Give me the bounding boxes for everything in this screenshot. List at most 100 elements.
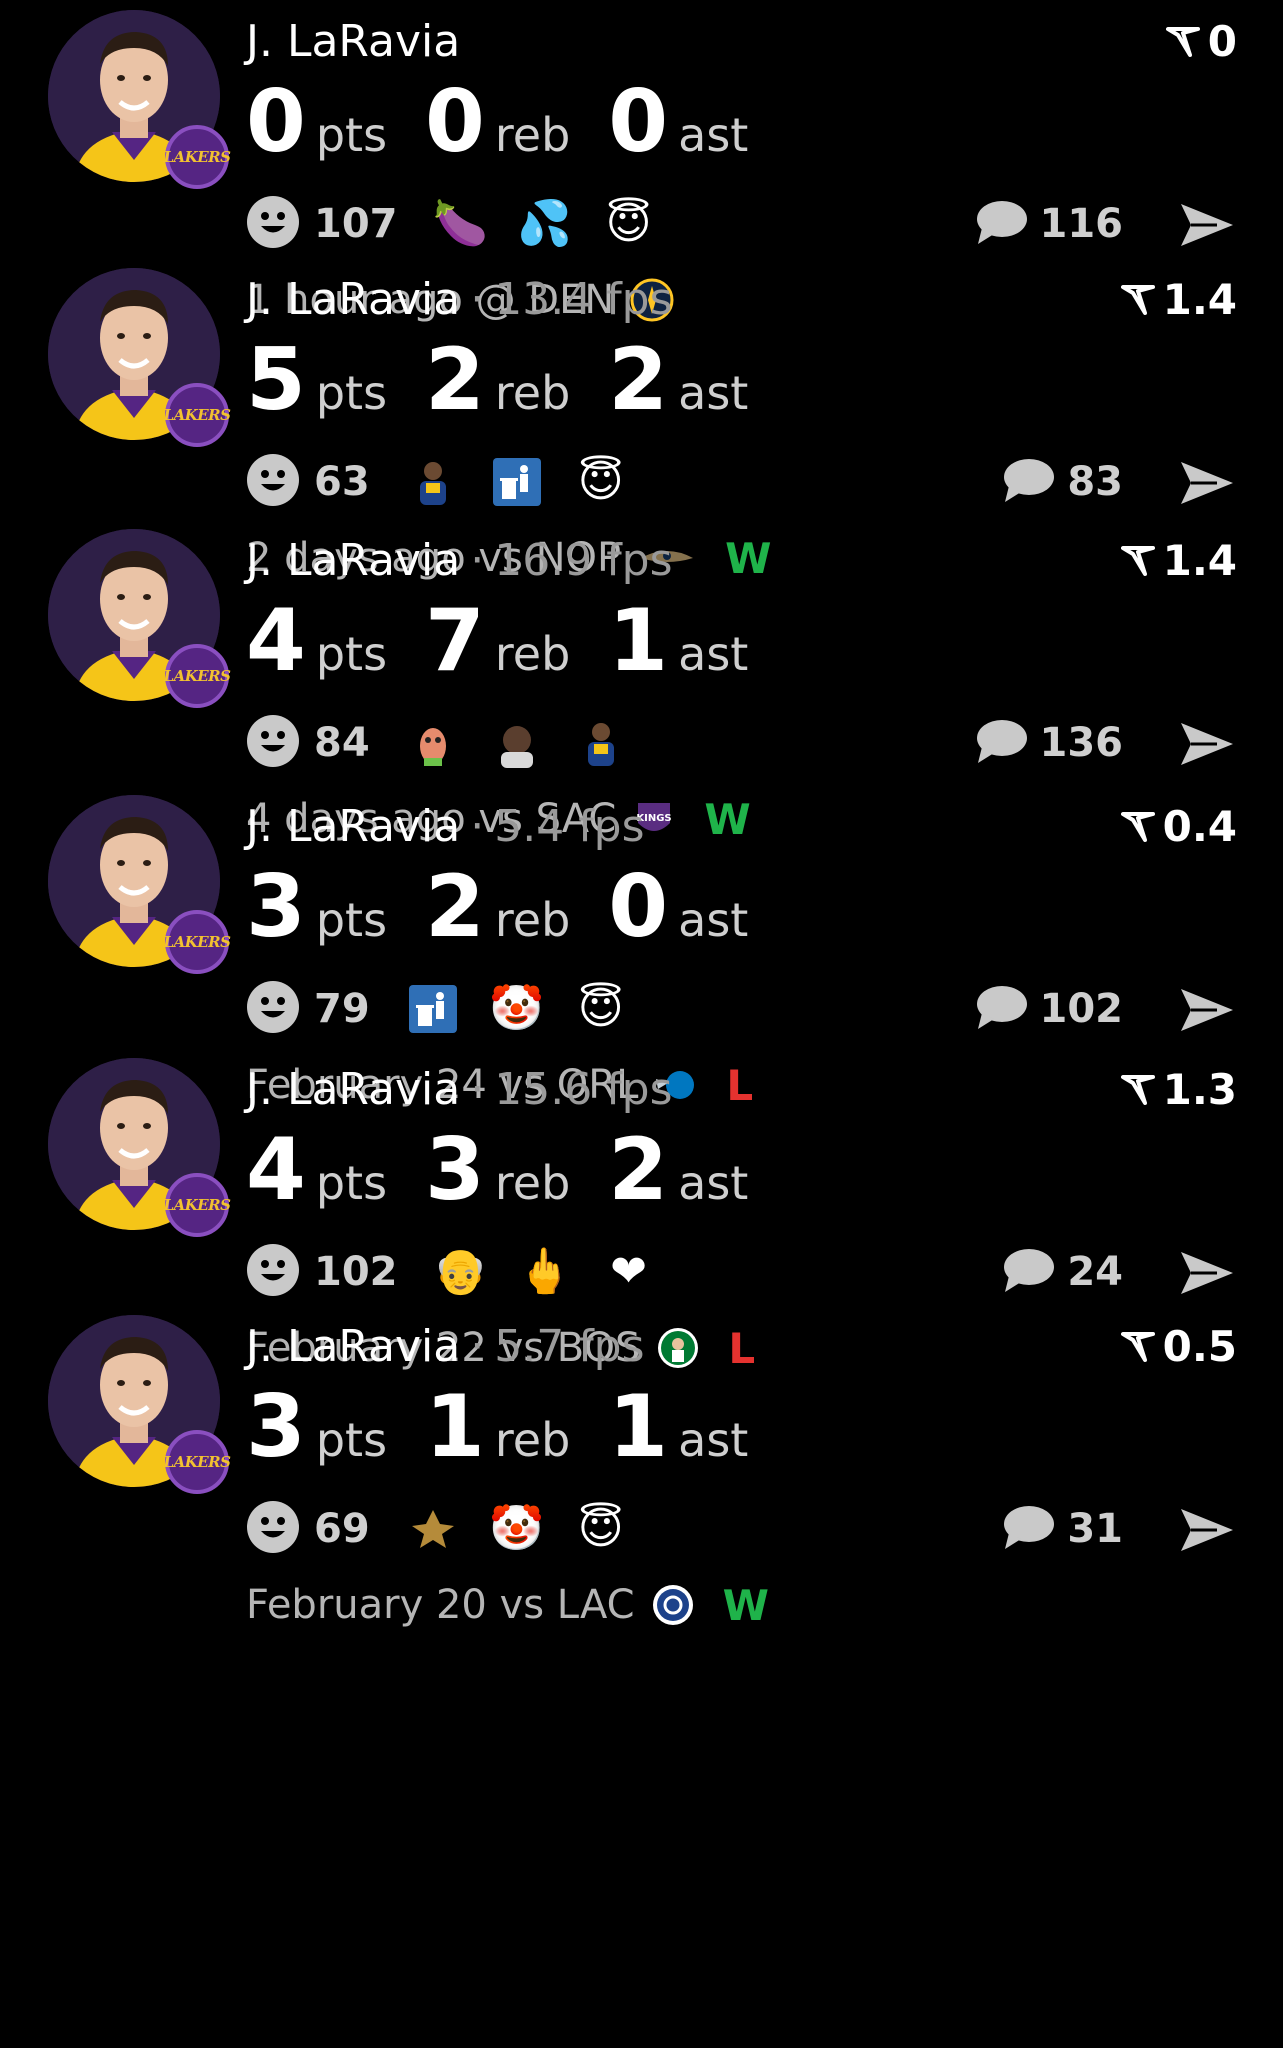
comment-bubble-icon	[1001, 1503, 1055, 1555]
angel-emoji[interactable]: 😇	[574, 455, 628, 509]
smile-reaction-icon[interactable]	[246, 714, 300, 772]
comments-button[interactable]: 102	[974, 981, 1124, 1037]
rebounds-stat: 3 reb	[425, 1120, 570, 1220]
points-value: 3	[246, 857, 306, 957]
comment-bubble-icon	[1001, 456, 1055, 508]
rating[interactable]: 1.4	[1120, 272, 1237, 328]
comments-button[interactable]: 136	[974, 715, 1124, 771]
comments-button[interactable]: 116	[974, 196, 1123, 252]
rating[interactable]: 0.4	[1120, 799, 1237, 855]
angel-emoji[interactable]: 😇	[574, 982, 628, 1036]
rebounds-label: reb	[494, 1413, 571, 1467]
smile-reaction-icon[interactable]	[246, 980, 300, 1038]
sweat-droplets-emoji[interactable]: 💦	[517, 197, 572, 251]
points-stat: 5 pts	[246, 330, 387, 430]
comment-count: 83	[1067, 459, 1123, 505]
rebounds-label: reb	[494, 1156, 571, 1210]
old-man-emoji[interactable]: 👴	[433, 1245, 488, 1299]
comments-button[interactable]: 31	[1001, 1501, 1123, 1557]
comment-count: 102	[1039, 986, 1124, 1032]
player-header: J. LaRavia · 13.4 fps	[246, 272, 673, 328]
rating-value: 1.4	[1162, 536, 1237, 585]
assists-label: ast	[678, 893, 749, 947]
rating[interactable]: 0	[1165, 14, 1237, 70]
stat-line: 4 pts 7 reb 1 ast	[246, 591, 786, 701]
smile-reaction-icon[interactable]	[246, 1243, 300, 1301]
smile-reaction-icon[interactable]	[246, 1500, 300, 1558]
player-sticker[interactable]	[574, 716, 628, 770]
share-icon[interactable]	[1177, 1248, 1237, 1298]
share-icon[interactable]	[1177, 458, 1237, 508]
reaction-count: 84	[314, 720, 370, 766]
team-badge-text: LAKERS	[163, 148, 231, 166]
points-value: 5	[246, 330, 306, 430]
rating-value: 1.3	[1162, 1065, 1237, 1114]
smile-reaction-icon[interactable]	[246, 195, 300, 253]
rating-icon	[1120, 1075, 1155, 1105]
rebounds-label: reb	[494, 627, 571, 681]
share-icon[interactable]	[1177, 200, 1237, 250]
rating-icon	[1165, 27, 1200, 57]
player-name[interactable]: J. LaRavia	[246, 274, 460, 325]
player-header: J. LaRavia · 16.9 fps	[246, 533, 673, 589]
assists-label: ast	[678, 1156, 749, 1210]
clown-emoji[interactable]: 🤡	[489, 982, 544, 1036]
rating-value: 1.4	[1162, 275, 1237, 324]
comments-button[interactable]: 24	[1001, 1244, 1123, 1300]
stat-line: 0 pts 0 reb 0 ast	[246, 72, 786, 182]
player-name[interactable]: J. LaRavia	[246, 1064, 460, 1115]
cartoon-sticker[interactable]	[406, 716, 460, 770]
heart-emoji[interactable]: ❤	[602, 1245, 656, 1299]
player-sticker[interactable]	[406, 455, 460, 509]
share-icon[interactable]	[1177, 1505, 1237, 1555]
rating[interactable]: 0.5	[1120, 1319, 1237, 1375]
face-sticker[interactable]	[490, 716, 544, 770]
player-name[interactable]: J. LaRavia	[246, 1321, 460, 1372]
fantasy-points: 13.4 fps	[494, 274, 673, 325]
separator-dot: ·	[470, 1321, 485, 1372]
points-value: 4	[246, 591, 306, 691]
stat-line: 5 pts 2 reb 2 ast	[246, 330, 786, 440]
points-value: 3	[246, 1377, 306, 1477]
comments-button[interactable]: 83	[1001, 454, 1123, 510]
rating-icon	[1120, 546, 1155, 576]
trash-can-emoji[interactable]	[406, 982, 460, 1036]
emblem-sticker[interactable]	[406, 1502, 460, 1556]
rebounds-value: 2	[425, 857, 485, 957]
player-name[interactable]: J. LaRavia	[246, 16, 460, 67]
angel-emoji[interactable]: 😇	[574, 1502, 628, 1556]
rebounds-value: 2	[425, 330, 485, 430]
points-stat: 4 pts	[246, 1120, 387, 1220]
points-label: pts	[315, 1156, 388, 1210]
player-name[interactable]: J. LaRavia	[246, 535, 460, 586]
rating-icon	[1120, 285, 1155, 315]
reactions-bar: 107 🍆 💦 😇	[246, 196, 686, 252]
fantasy-points: 15.6 fps	[494, 1064, 673, 1115]
reaction-count: 69	[314, 1506, 370, 1552]
smile-reaction-icon[interactable]	[246, 453, 300, 511]
clown-emoji[interactable]: 🤡	[489, 1502, 544, 1556]
trash-can-emoji[interactable]	[490, 455, 544, 509]
middle-finger-emoji[interactable]: 🖕	[517, 1245, 572, 1299]
player-name[interactable]: J. LaRavia	[246, 801, 460, 852]
comment-bubble-icon	[974, 983, 1028, 1035]
share-icon[interactable]	[1177, 985, 1237, 1035]
player-header: J. LaRavia	[246, 14, 460, 70]
points-label: pts	[315, 1413, 388, 1467]
comment-bubble-icon	[1001, 1246, 1055, 1298]
share-icon[interactable]	[1177, 719, 1237, 769]
points-value: 0	[246, 72, 306, 172]
angel-emoji[interactable]: 😇	[602, 197, 656, 251]
rating[interactable]: 1.4	[1120, 533, 1237, 589]
lakers-badge-icon: LAKERS	[163, 125, 231, 189]
rebounds-value: 3	[425, 1120, 485, 1220]
game-post-card[interactable]: LAKERS J. LaRavia · 5.7 fps 0.5 3 pts 1 reb …	[0, 1305, 1283, 1645]
reactions-bar: 102 👴 🖕 ❤	[246, 1244, 686, 1300]
comment-count: 136	[1039, 720, 1124, 766]
eggplant-emoji[interactable]: 🍆	[433, 197, 488, 251]
reaction-count: 102	[314, 1249, 398, 1295]
lakers-badge-icon: LAKERS	[164, 1173, 231, 1237]
rating[interactable]: 1.3	[1120, 1062, 1237, 1118]
assists-stat: 2 ast	[608, 1120, 748, 1220]
points-stat: 3 pts	[246, 1377, 387, 1477]
